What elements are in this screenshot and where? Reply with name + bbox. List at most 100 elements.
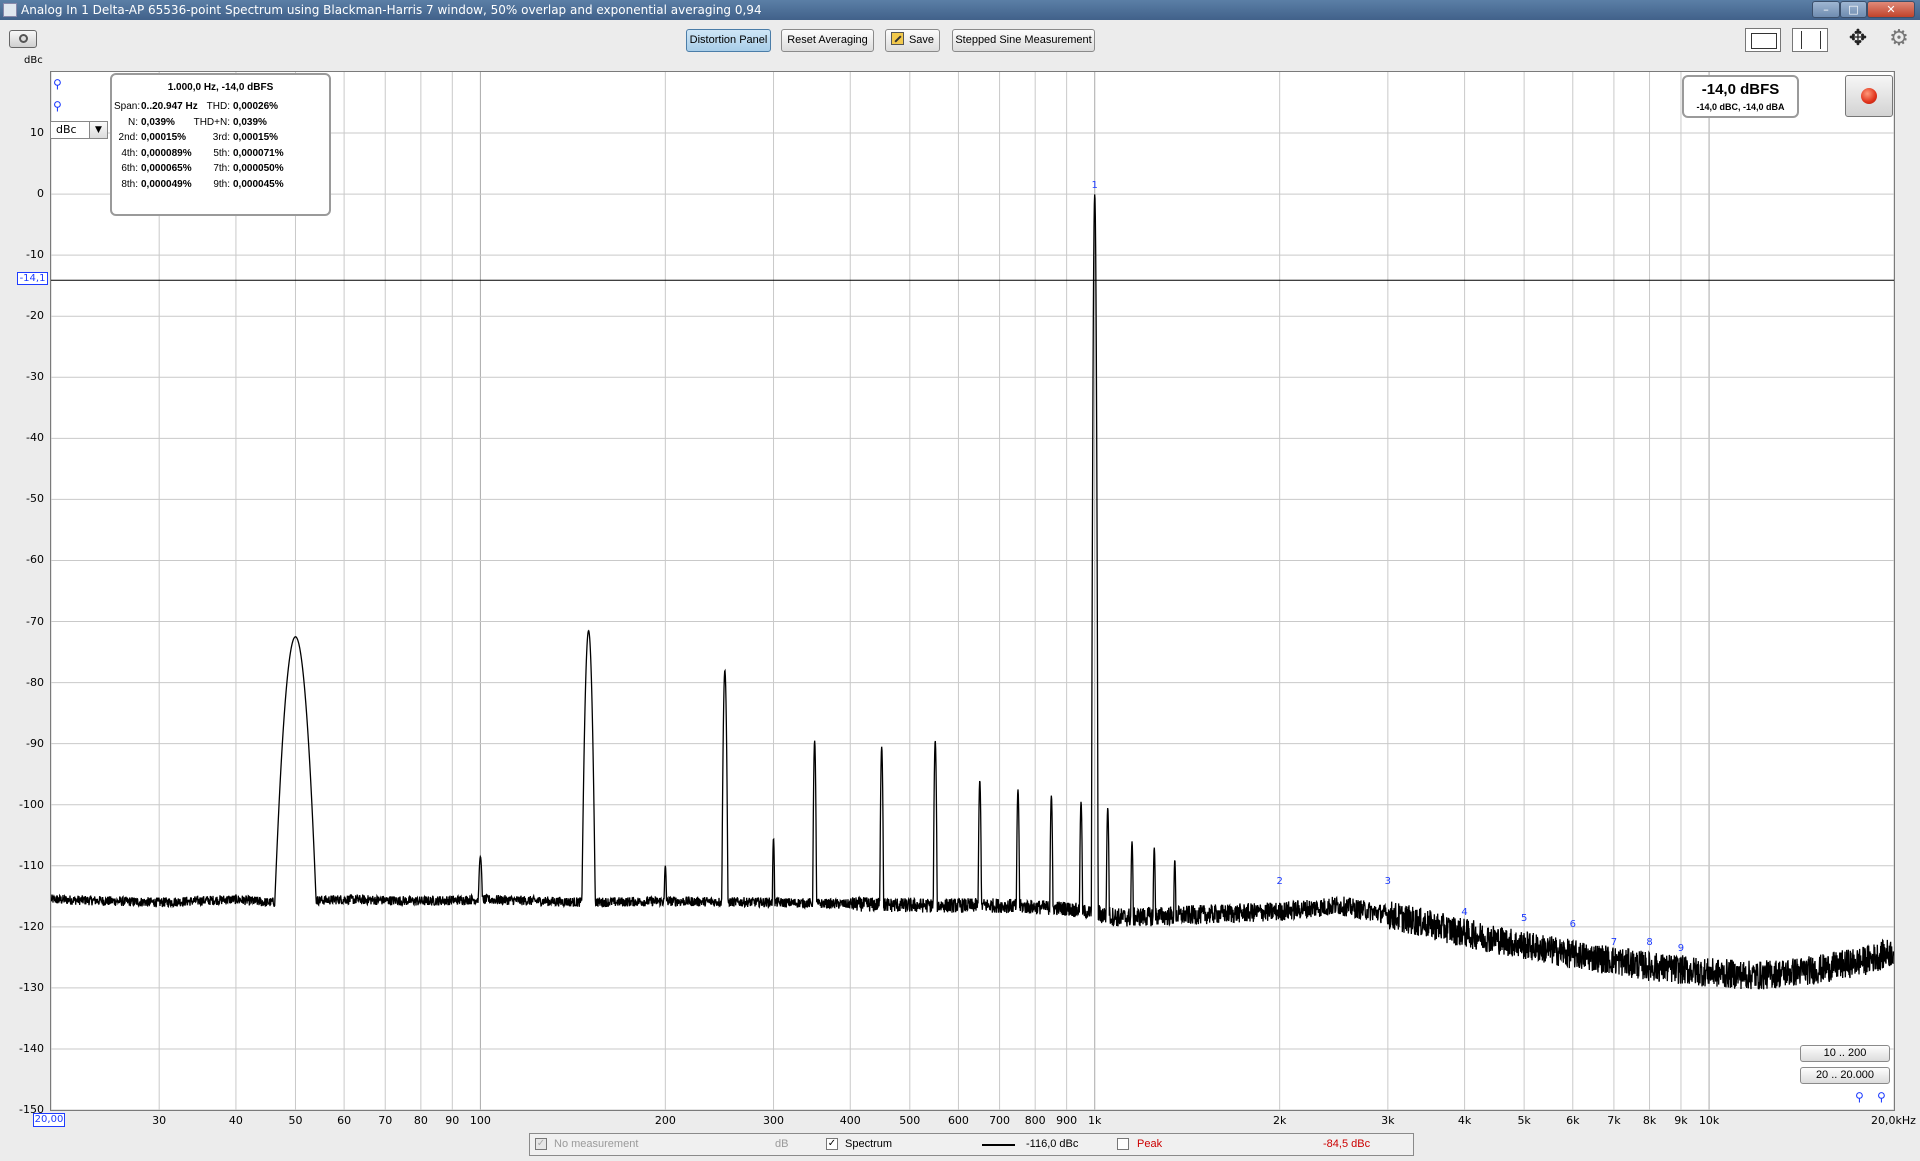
save-label: Save xyxy=(908,34,935,46)
y-tick-label: -20 xyxy=(26,309,44,323)
distortion-panel-button[interactable]: Distortion Panel xyxy=(686,29,771,52)
distortion-value: 0,000049% xyxy=(141,178,192,190)
x-zoom-out-icon[interactable]: ⚲ xyxy=(1877,1090,1891,1104)
x-tick-label: 30 xyxy=(152,1114,167,1127)
spectrum-graph xyxy=(51,72,1894,1110)
x-tick-label: 70 xyxy=(378,1114,393,1127)
stepped-sine-measurement-button[interactable]: Stepped Sine Measurement xyxy=(952,29,1095,52)
move-arrows-icon[interactable]: ✥ xyxy=(1840,28,1876,52)
distortion-label: THD: xyxy=(206,101,230,112)
x-tick-label: 100 xyxy=(469,1114,491,1127)
x-axis-end-label: 20,0kHz xyxy=(1871,1114,1916,1127)
spectrum-trace xyxy=(51,194,1894,990)
x-tick-label: 60 xyxy=(337,1114,352,1127)
harmonic-marker-label: 8 xyxy=(1646,937,1653,949)
level-weighted: -14,0 dBC, -14,0 dBA xyxy=(1696,102,1785,112)
distortion-value: 0,00015% xyxy=(233,132,279,143)
camera-icon[interactable] xyxy=(9,30,37,48)
cursor-y-value[interactable]: -14,1 xyxy=(17,272,48,285)
gear-icon[interactable]: ⚙ xyxy=(1886,28,1912,52)
toolbar: Distortion Panel Reset Averaging Save St… xyxy=(0,20,1920,58)
harmonic-marker-label: 9 xyxy=(1677,943,1685,955)
x-tick-label: 700 xyxy=(989,1114,1011,1127)
y-zoom-out-icon[interactable]: ⚲ xyxy=(53,99,67,113)
x-tick-label: 7k xyxy=(1607,1114,1621,1127)
distortion-value: 0,000071% xyxy=(233,147,284,159)
y-tick-label: 0 xyxy=(37,187,44,201)
grid xyxy=(51,72,1894,1110)
x-tick-label: 500 xyxy=(899,1114,921,1127)
y-tick-label: 10 xyxy=(30,126,44,140)
distortion-header: 1.000,0 Hz, -14,0 dBFS xyxy=(167,82,274,93)
y-tick-label: -80 xyxy=(26,675,44,689)
distortion-value: 0,000045% xyxy=(233,178,284,190)
distortion-label: 9th: xyxy=(213,178,230,190)
y-tick-label: -30 xyxy=(26,370,44,384)
spectrum-line-swatch xyxy=(982,1144,1015,1146)
x-tick-label: 3k xyxy=(1381,1114,1395,1127)
unit-select[interactable]: dBc ▼ xyxy=(50,121,108,139)
distortion-label: 4th: xyxy=(121,147,138,159)
peak-value: -84,5 dBc xyxy=(1323,1138,1371,1150)
save-icon xyxy=(890,32,904,45)
peak-checkbox[interactable] xyxy=(1117,1138,1129,1150)
y-axis-unit-label: dBc xyxy=(24,55,43,66)
x-tick-label: 600 xyxy=(947,1114,969,1127)
x-tick-label: 300 xyxy=(763,1114,784,1127)
distortion-label: 6th: xyxy=(121,163,138,174)
layout-single-icon[interactable] xyxy=(1745,28,1781,52)
y-tick-label: -10 xyxy=(26,248,44,262)
layout-split-icon[interactable] xyxy=(1792,28,1828,52)
x-tick-label: 1k xyxy=(1088,1114,1102,1127)
window-title: Analog In 1 Delta-AP 65536-point Spectru… xyxy=(21,3,762,17)
x-tick-label: 40 xyxy=(228,1114,243,1127)
y-tick-label: -100 xyxy=(19,797,44,811)
y-tick-label: -70 xyxy=(26,614,44,628)
no-measurement-unit: dB xyxy=(775,1138,789,1150)
harmonic-marker-label: 3 xyxy=(1384,876,1392,888)
legend: ✓ No measurement dB ✓ Spectrum -116,0 dB… xyxy=(529,1133,1414,1156)
maximize-button[interactable]: □ xyxy=(1840,1,1867,18)
reset-averaging-button[interactable]: Reset Averaging xyxy=(781,29,874,52)
y-tick-label: -40 xyxy=(26,431,44,445)
harmonic-marker-label: 4 xyxy=(1461,906,1468,918)
x-tick-label: 6k xyxy=(1566,1114,1580,1127)
spectrum-label: Spectrum xyxy=(845,1138,893,1150)
distortion-label: Span: xyxy=(114,101,141,112)
x-tick-label: 5k xyxy=(1517,1114,1531,1127)
harmonic-marker-label: 2 xyxy=(1276,876,1283,888)
harmonic-marker-label: 7 xyxy=(1610,937,1618,949)
chevron-down-icon[interactable]: ▼ xyxy=(89,122,107,138)
y-tick-label: -120 xyxy=(19,919,44,933)
close-button[interactable]: ✕ xyxy=(1867,1,1915,18)
distortion-label: N: xyxy=(128,116,138,128)
distortion-label: 3rd: xyxy=(212,132,230,143)
level-dbfs: -14,0 dBFS xyxy=(1701,81,1780,98)
distortion-value: 0,039% xyxy=(141,116,175,128)
x-tick-label: 4k xyxy=(1457,1114,1472,1127)
x-axis-start-value[interactable]: 20,00 xyxy=(33,1113,65,1127)
distortion-label: 5th: xyxy=(213,147,230,159)
save-button[interactable]: Save xyxy=(885,29,940,52)
minimize-button[interactable]: – xyxy=(1812,1,1840,18)
x-tick-label: 400 xyxy=(839,1114,861,1127)
distortion-panel: 1.000,0 Hz, -14,0 dBFS Span: 0..20.947 Hz… xyxy=(110,73,331,216)
spectrum-plot[interactable]: 1 2 3 4 5 6 7 8 9 xyxy=(50,71,1895,1111)
range-10-200-button[interactable]: 10 .. 200 xyxy=(1800,1045,1890,1062)
y-tick-label: -110 xyxy=(19,858,44,872)
distortion-value: 0,00026% xyxy=(233,101,279,112)
y-zoom-in-icon[interactable]: ⚲ xyxy=(53,77,67,91)
no-measurement-checkbox[interactable]: ✓ xyxy=(535,1138,547,1150)
record-button[interactable] xyxy=(1845,75,1893,117)
spectrum-checkbox[interactable]: ✓ xyxy=(826,1138,838,1150)
x-tick-label: 10k xyxy=(1698,1114,1720,1127)
x-tick-label: 200 xyxy=(654,1114,676,1127)
x-zoom-in-icon[interactable]: ⚲ xyxy=(1855,1090,1869,1104)
range-20-20000-button[interactable]: 20 .. 20.000 xyxy=(1800,1067,1890,1084)
spectrum-value: -116,0 dBc xyxy=(1026,1138,1079,1150)
distortion-label: 2nd: xyxy=(118,132,138,143)
distortion-label: 7th: xyxy=(213,163,230,174)
distortion-value: 0,039% xyxy=(233,116,267,128)
y-tick-label: -130 xyxy=(19,980,44,994)
y-tick-label: -90 xyxy=(26,736,44,750)
